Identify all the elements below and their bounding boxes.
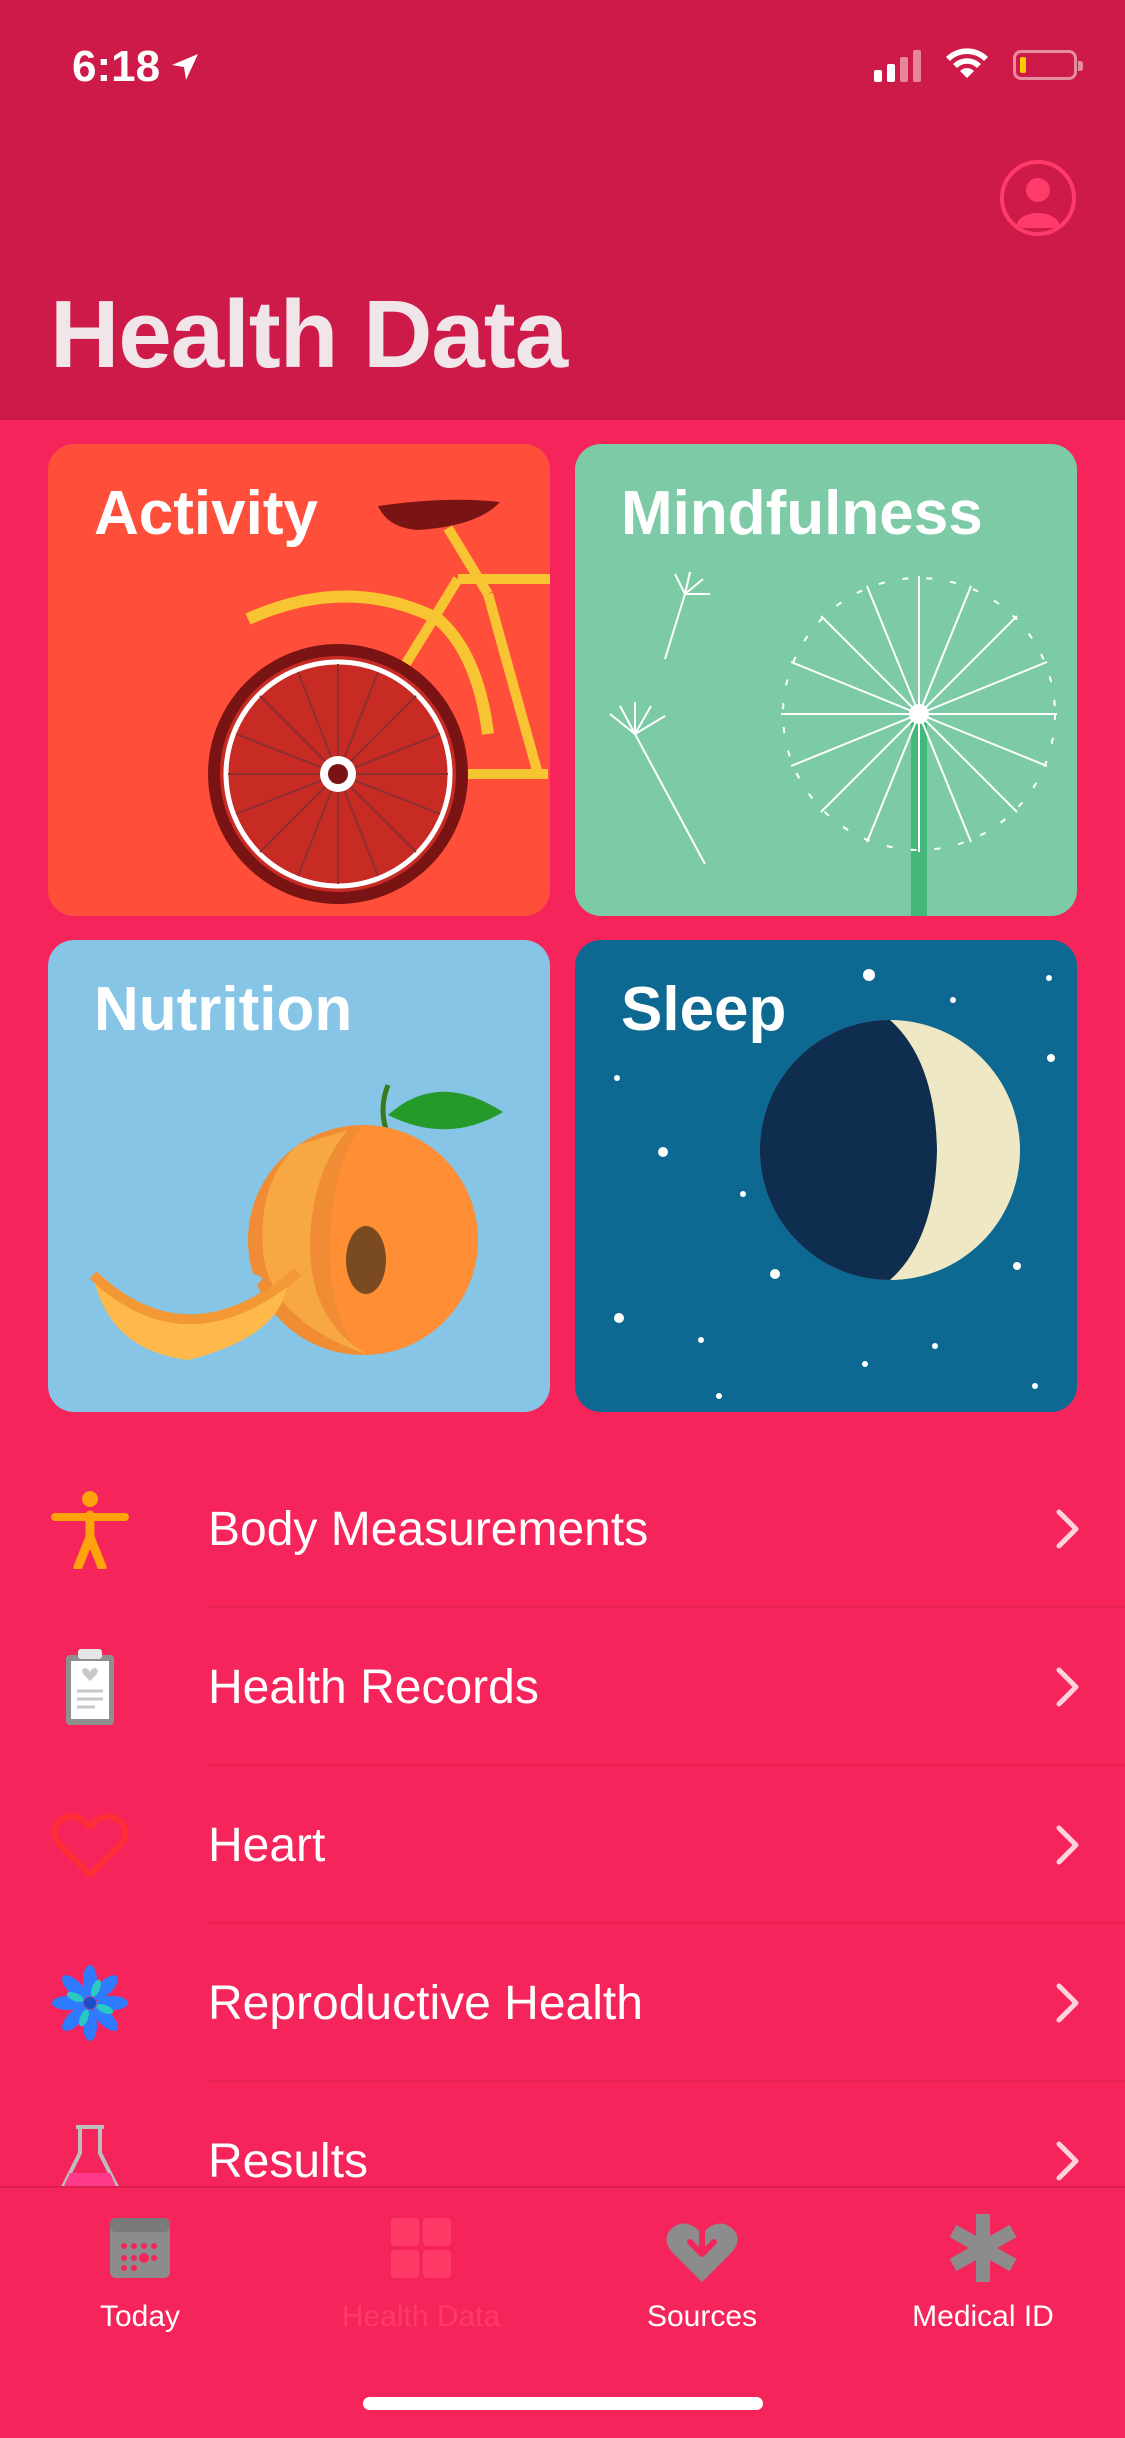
calendar-icon (110, 2218, 170, 2278)
tile-nutrition[interactable]: Nutrition (48, 940, 550, 1412)
heart-icon (51, 1813, 129, 1878)
list-item-body-measurements[interactable]: Body Measurements (0, 1450, 1125, 1608)
list-item-label: Heart (208, 1818, 326, 1872)
tile-label: Sleep (621, 975, 787, 1044)
body-figure-icon (51, 1491, 129, 1569)
status-bar-right (874, 48, 1083, 82)
tile-activity[interactable]: Activity (48, 444, 550, 916)
chevron-right-icon (1056, 2141, 1079, 2181)
list-item-label: Health Records (208, 1660, 539, 1714)
list-item-heart[interactable]: Heart (0, 1766, 1125, 1924)
list-item-health-records[interactable]: Health Records (0, 1608, 1125, 1766)
chevron-right-icon (1056, 1983, 1079, 2023)
tab-label: Sources (646, 2300, 758, 2333)
list-item-label: Results (208, 2134, 369, 2188)
status-bar-time: 6:18 (72, 42, 200, 92)
tile-sleep[interactable]: Sleep (575, 940, 1077, 1412)
tile-label: Mindfulness (621, 479, 983, 548)
tab-label: Medical ID (912, 2300, 1054, 2333)
chevron-right-icon (1056, 1667, 1079, 1707)
tab-medical-id[interactable]: Medical ID (863, 2208, 1103, 2348)
asterisk-icon (949, 2214, 1017, 2282)
list-item-label: Reproductive Health (208, 1976, 643, 2030)
tile-mindfulness[interactable]: Mindfulness (575, 444, 1077, 916)
location-arrow-icon (172, 54, 199, 80)
tab-sources[interactable]: Sources (582, 2208, 822, 2348)
chevron-right-icon (1056, 1509, 1079, 1549)
clipboard-icon (66, 1649, 114, 1725)
time-label: 6:18 (72, 42, 161, 91)
list-item-reproductive-health[interactable]: Reproductive Health (0, 1924, 1125, 2082)
flower-icon (52, 1965, 128, 2041)
tile-label: Activity (94, 479, 318, 548)
tab-label: Today (99, 2300, 181, 2333)
tab-label: Health Data (341, 2300, 501, 2333)
header: 6:18 Health Data (0, 0, 1125, 420)
chevron-right-icon (1056, 1825, 1079, 1865)
tab-health-data[interactable]: Health Data (301, 2208, 541, 2348)
list-item-label: Body Measurements (208, 1502, 649, 1556)
home-indicator (363, 2397, 763, 2410)
wifi-icon (946, 48, 988, 78)
tab-today[interactable]: Today (20, 2208, 260, 2348)
tile-label: Nutrition (94, 975, 353, 1044)
grid-icon (391, 2218, 451, 2278)
person-icon (1016, 178, 1060, 228)
page-title: Health Data (50, 281, 568, 388)
battery-icon (1013, 50, 1083, 80)
profile-avatar-button[interactable] (1000, 160, 1076, 236)
category-list: Body Measurements Health Records Heart R… (0, 1450, 1125, 2240)
cellular-signal-icon (874, 48, 921, 82)
heart-download-icon (666, 2209, 738, 2282)
